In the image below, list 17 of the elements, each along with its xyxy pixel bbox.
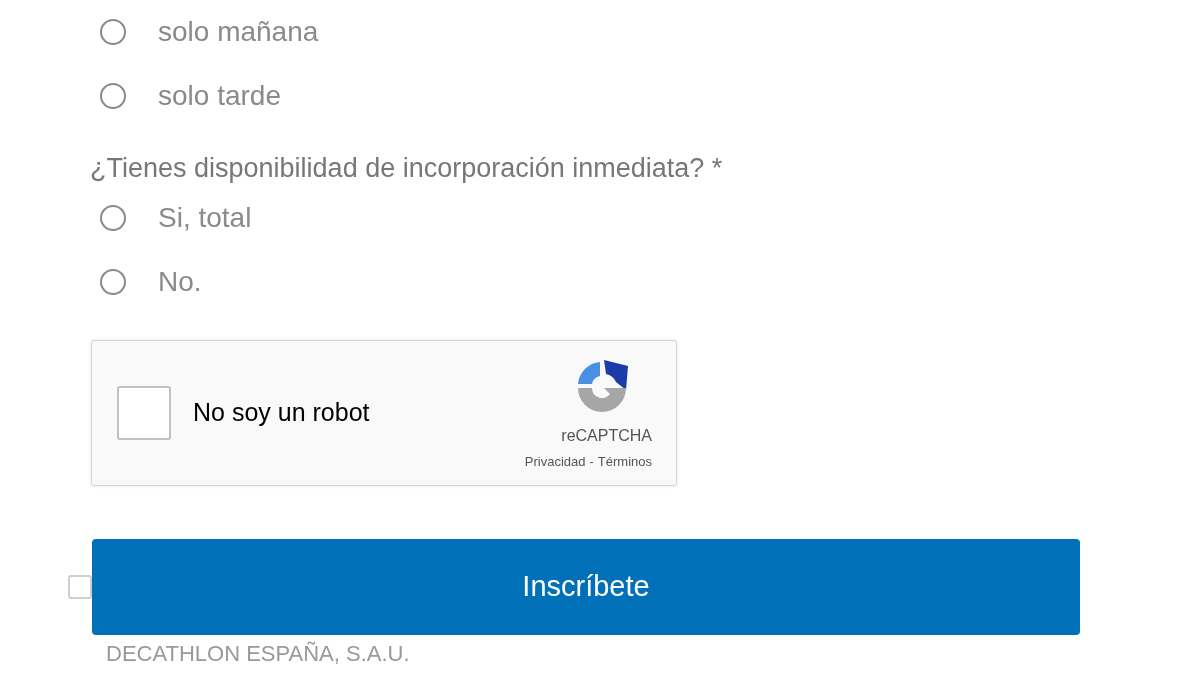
option-label: solo tarde	[158, 79, 281, 113]
option-label: solo mañana	[158, 15, 319, 49]
radio-button[interactable]	[100, 19, 126, 45]
captcha-checkbox[interactable]	[117, 386, 171, 440]
terms-link[interactable]: Términos	[597, 452, 652, 472]
option-label: No.	[158, 265, 202, 299]
option-label: Si, total	[158, 201, 252, 235]
question-label: ¿Tienes disponibilidad de incorporación inmediata? *	[89, 152, 724, 185]
privacy-link[interactable]: Privacidad	[524, 452, 586, 472]
radio-button[interactable]	[100, 205, 126, 231]
radio-button[interactable]	[100, 83, 126, 109]
captcha-brand: reCAPTCHA	[561, 426, 652, 447]
radio-button[interactable]	[100, 269, 126, 295]
company-name: DECATHLON ESPAÑA, S.A.U.	[105, 640, 411, 668]
submit-button[interactable]: Inscríbete	[92, 539, 1080, 635]
captcha-label: No soy un robot	[193, 397, 370, 429]
link-separator: -	[589, 453, 594, 472]
